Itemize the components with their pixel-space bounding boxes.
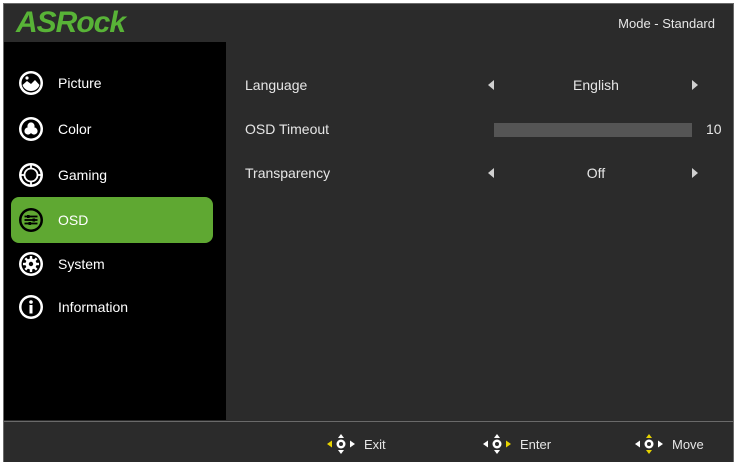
transparency-value: Off [586, 165, 606, 181]
osd-timeout-row[interactable]: OSD Timeout 10 [226, 114, 733, 144]
arrow-right-icon[interactable] [692, 80, 698, 90]
asrock-logo: ASRock [16, 6, 126, 39]
transparency-row[interactable]: Transparency Off [226, 158, 733, 188]
joystick-enter-icon [483, 434, 511, 454]
osd-icon [19, 208, 43, 232]
sidebar: Picture Color Gaming OSD System Informat… [4, 42, 226, 420]
sidebar-item-information[interactable]: Information [11, 284, 213, 330]
arrow-right-icon[interactable] [692, 168, 698, 178]
arrow-left-icon[interactable] [488, 80, 494, 90]
gaming-icon [19, 163, 43, 187]
transparency-label: Transparency [245, 165, 331, 181]
enter-hint: Enter [482, 433, 551, 455]
footer-bar: Exit Enter Move [4, 421, 733, 462]
sidebar-item-label: System [58, 256, 105, 272]
information-icon [19, 295, 43, 319]
osd-timeout-value: 10 [706, 121, 722, 137]
enter-label: Enter [520, 436, 552, 452]
osd-menu: ASRock Mode - Standard Picture Color Gam… [3, 3, 734, 462]
exit-label: Exit [364, 436, 386, 452]
color-icon [19, 117, 43, 141]
sidebar-item-picture[interactable]: Picture [11, 60, 213, 106]
sidebar-item-label: Information [58, 299, 129, 315]
sidebar-item-label: Color [58, 121, 92, 137]
sidebar-item-color[interactable]: Color [11, 106, 213, 152]
sidebar-item-system[interactable]: System [11, 241, 213, 287]
sidebar-item-gaming[interactable]: Gaming [11, 152, 213, 198]
picture-icon [19, 71, 43, 95]
header-bar: ASRock Mode - Standard [4, 4, 733, 43]
arrow-left-icon[interactable] [488, 168, 494, 178]
sidebar-item-label: Picture [58, 75, 102, 91]
sidebar-item-label: OSD [58, 212, 89, 228]
sidebar-item-osd[interactable]: OSD [11, 197, 213, 243]
mode-indicator: Mode - Standard [618, 16, 715, 31]
language-value: English [573, 77, 619, 93]
osd-timeout-label: OSD Timeout [245, 121, 330, 137]
joystick-exit-icon [327, 434, 355, 454]
move-label: Move [672, 436, 704, 452]
move-hint: Move [634, 433, 704, 455]
language-label: Language [245, 77, 308, 93]
system-icon [19, 252, 43, 276]
osd-timeout-slider-fill [494, 123, 692, 137]
settings-panel: Language English OSD Timeout 10 Transpar… [226, 42, 733, 420]
osd-timeout-slider[interactable] [494, 123, 692, 137]
language-row[interactable]: Language English [226, 70, 733, 100]
exit-hint: Exit [326, 433, 386, 455]
joystick-move-icon [635, 434, 663, 454]
sidebar-item-label: Gaming [58, 167, 108, 183]
